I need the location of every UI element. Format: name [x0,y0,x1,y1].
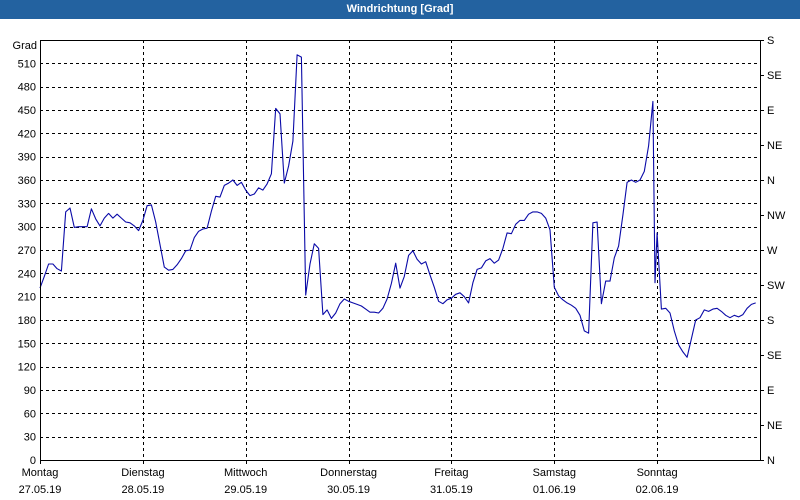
y2-tick-label: S [767,315,774,327]
y-tick-label: 510 [18,58,36,70]
y-tick-label: 480 [18,82,36,94]
grid-lines [40,40,760,460]
y2-tick-label: NE [767,140,782,152]
x-tick-date-label: 01.06.19 [533,484,576,496]
y-axis-right: N NE E SE S SW W NW N NE E SE S [767,35,786,467]
x-tick-date-label: 02.06.19 [636,484,679,496]
y2-tick-label: SW [767,280,785,292]
x-tick-day-label: Donnerstag [320,467,377,479]
y-tick-label: 0 [30,455,36,467]
x-tick-date-label: 27.05.19 [19,484,62,496]
y2-tick-label: S [767,35,774,47]
y-tick-label: 360 [18,175,36,187]
chart-title: Windrichtung [Grad] [346,3,454,15]
x-tick-day-label: Mittwoch [224,467,267,479]
y2-tick-label: E [767,385,774,397]
y-tick-label: 180 [18,315,36,327]
y2-tick-label: NE [767,420,782,432]
y2-tick-label: NW [767,210,786,222]
y-tick-label: 210 [18,292,36,304]
y2-tick-label: N [767,455,775,467]
series-line [39,54,756,358]
y2-tick-label: N [767,175,775,187]
x-tick-date-label: 31.05.19 [430,484,473,496]
y2-tick-label: W [767,245,778,257]
y-tick-label: 450 [18,105,36,117]
y-tick-label: 90 [24,385,36,397]
y-tick-label: 330 [18,198,36,210]
x-tick-day-label: Montag [22,467,59,479]
y-tick-label: 30 [24,432,36,444]
y-tick-label: 300 [18,222,36,234]
y-axis-label: Grad [13,40,37,52]
y2-tick-label: SE [767,350,782,362]
y-tick-label: 150 [18,338,36,350]
y-axis-left: 0 30 60 90 120 150 180 210 240 270 300 330 360 390 420… [13,40,37,467]
y-tick-label: 240 [18,268,36,280]
x-axis: Montag 27.05.19 Dienstag 28.05.19 Mittwoch 29… [19,467,679,496]
x-tick-date-label: 30.05.19 [327,484,370,496]
y-tick-label: 270 [18,245,36,257]
tick-marks [40,40,764,464]
wind-direction-chart: 0 30 60 90 120 150 180 210 240 270 300 330 360 390 420… [13,35,786,496]
x-tick-day-label: Samstag [533,467,576,479]
y-tick-label: 390 [18,152,36,164]
x-tick-date-label: 28.05.19 [121,484,164,496]
y-tick-label: 60 [24,408,36,420]
x-tick-day-label: Dienstag [121,467,164,479]
y-tick-label: 420 [18,128,36,140]
chart-window: Windrichtung [Grad] 0 30 60 90 120 150 180 210 2… [0,0,800,500]
x-tick-day-label: Sonntag [637,467,678,479]
y-tick-label: 120 [18,362,36,374]
title-bar: Windrichtung [Grad] [0,0,800,19]
y2-tick-label: E [767,105,774,117]
x-tick-day-label: Freitag [434,467,468,479]
x-tick-date-label: 29.05.19 [224,484,267,496]
y2-tick-label: SE [767,70,782,82]
